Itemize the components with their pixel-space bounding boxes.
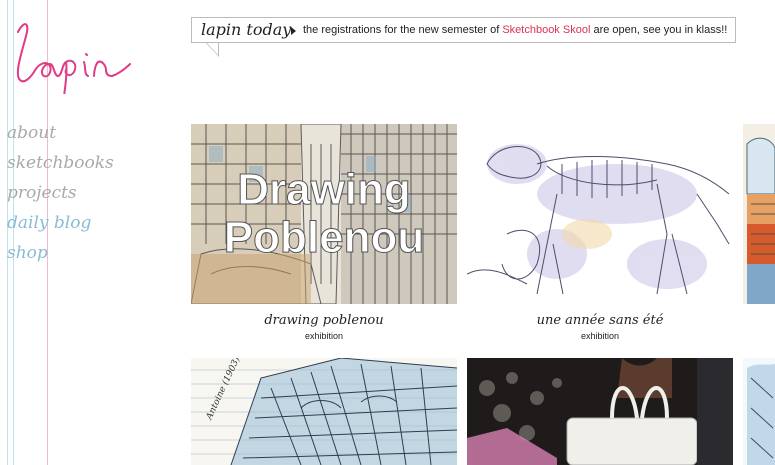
project-tile-partial[interactable] bbox=[743, 124, 775, 304]
project-tile-une-annee-sans-ete[interactable] bbox=[467, 124, 733, 304]
tile-overlay-title: Drawing bbox=[237, 165, 411, 214]
ticker-text-before: the registrations for the new semester o… bbox=[303, 24, 503, 36]
nav-item-projects[interactable]: projects bbox=[7, 178, 114, 208]
project-tile-building-sketch[interactable]: Antoine (1903) bbox=[191, 358, 457, 465]
tile-title[interactable]: une année sans été bbox=[467, 313, 733, 329]
project-tile-partial-2[interactable] bbox=[743, 358, 775, 465]
sketch-thumbnail-image bbox=[743, 358, 775, 465]
nav-item-shop[interactable]: shop bbox=[7, 238, 114, 268]
tile-type: exhibition bbox=[304, 331, 344, 341]
project-tile-drawing-poblenou[interactable]: Drawing Poblenou bbox=[191, 124, 457, 304]
drawing-poblenou-image: Drawing Poblenou bbox=[191, 124, 457, 304]
ticker-message: the registrations for the new semester o… bbox=[303, 24, 727, 36]
ticker-text-after: are open, see you in klass!! bbox=[590, 24, 728, 36]
nav-item-about[interactable]: about bbox=[7, 118, 114, 148]
ticker-title: lapin today bbox=[201, 20, 292, 39]
sketchbook-skool-link[interactable]: Sketchbook Skool bbox=[502, 24, 590, 36]
speech-bubble-tail bbox=[206, 42, 218, 55]
tile-overlay-title: Poblenou bbox=[224, 213, 424, 262]
nav-item-sketchbooks[interactable]: sketchbooks bbox=[7, 148, 114, 178]
nav-item-daily-blog[interactable]: daily blog bbox=[7, 208, 114, 238]
ornate-building-image bbox=[743, 124, 775, 304]
play-arrow-icon bbox=[291, 27, 296, 35]
project-tile-bag-photo[interactable] bbox=[467, 358, 733, 465]
main-nav: about sketchbooks projects daily blog sh… bbox=[7, 118, 114, 268]
dinosaur-skeleton-image bbox=[467, 124, 733, 304]
building-sketch-image: Antoine (1903) bbox=[191, 358, 457, 465]
tile-type: exhibition bbox=[580, 331, 620, 341]
news-ticker: lapin today the registrations for the ne… bbox=[191, 17, 736, 43]
tile-title[interactable]: drawing poblenou bbox=[191, 313, 457, 329]
bag-photo-image bbox=[467, 358, 733, 465]
lapin-logo[interactable] bbox=[6, 14, 136, 94]
tile-caption: une année sans été exhibition bbox=[467, 313, 733, 343]
tile-caption: drawing poblenou exhibition bbox=[191, 313, 457, 343]
